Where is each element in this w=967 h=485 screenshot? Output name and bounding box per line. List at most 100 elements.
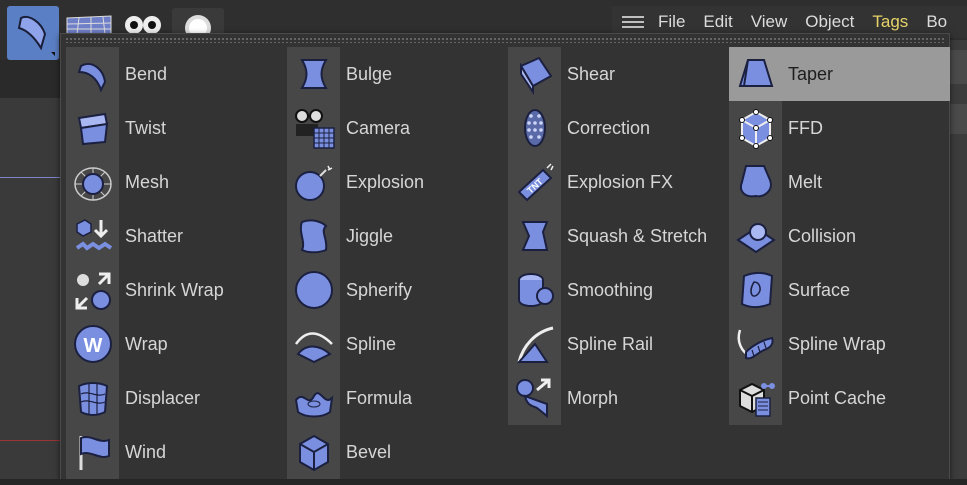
- spline-wrap-icon: [729, 317, 782, 371]
- panel-tab[interactable]: [948, 104, 967, 134]
- menu-item-melt[interactable]: Melt: [729, 155, 950, 209]
- spline-rail-icon: [508, 317, 561, 371]
- correction-icon: [508, 101, 561, 155]
- spherify-icon: [287, 263, 340, 317]
- menu-item-displacer[interactable]: Displacer: [66, 371, 287, 425]
- menu-item-label: Shear: [567, 63, 616, 84]
- empty-cell: [729, 425, 950, 479]
- menu-item-label: FFD: [788, 117, 823, 138]
- menu-tags[interactable]: Tags: [872, 12, 908, 32]
- menu-item-label: Bend: [125, 63, 168, 84]
- menu-item-spherify[interactable]: Spherify: [287, 263, 508, 317]
- menu-object[interactable]: Object: [805, 12, 854, 32]
- menu-item-explosion-fx[interactable]: TNT Explosion FX: [508, 155, 729, 209]
- jiggle-icon: [287, 209, 340, 263]
- menu-item-label: Spline Wrap: [788, 333, 886, 354]
- surface-icon: [729, 263, 782, 317]
- menu-item-label: Explosion FX: [567, 171, 674, 192]
- menu-item-morph[interactable]: Morph: [508, 371, 729, 425]
- menu-item-label: Camera: [346, 117, 411, 138]
- smoothing-icon: [508, 263, 561, 317]
- menu-item-label: Melt: [788, 171, 823, 192]
- melt-icon: [729, 155, 782, 209]
- camera-icon: [287, 101, 340, 155]
- menu-item-label: Smoothing: [567, 279, 654, 300]
- menu-view[interactable]: View: [751, 12, 788, 32]
- bend-icon: [66, 47, 119, 101]
- menu-item-point-cache[interactable]: Point Cache: [729, 371, 950, 425]
- deformer-grid: Bend Bulge Shear Taper Twist Camera Correction…: [66, 47, 950, 479]
- shrink-wrap-icon: [66, 263, 119, 317]
- panel-tab[interactable]: [948, 50, 967, 84]
- menu-item-shatter[interactable]: Shatter: [66, 209, 287, 263]
- menu-item-label: Bulge: [346, 63, 393, 84]
- menu-item-label: Jiggle: [346, 225, 394, 246]
- menu-item-label: Point Cache: [788, 387, 887, 408]
- menu-item-bevel[interactable]: Bevel: [287, 425, 508, 479]
- menu-item-label: Shatter: [125, 225, 184, 246]
- menu-item-label: Surface: [788, 279, 851, 300]
- right-panel-edge: [948, 40, 967, 485]
- menu-item-formula[interactable]: Formula: [287, 371, 508, 425]
- menu-item-surface[interactable]: Surface: [729, 263, 950, 317]
- menu-item-wind[interactable]: Wind: [66, 425, 287, 479]
- menu-item-label: Displacer: [125, 387, 201, 408]
- menu-file[interactable]: File: [658, 12, 685, 32]
- menu-item-label: Wrap: [125, 333, 168, 354]
- menu-item-correction[interactable]: Correction: [508, 101, 729, 155]
- bend-deformer-tool-button[interactable]: [7, 6, 59, 60]
- menu-item-label: Shrink Wrap: [125, 279, 224, 300]
- menu-item-label: Explosion: [346, 171, 425, 192]
- menu-item-taper[interactable]: Taper: [729, 47, 950, 101]
- menu-item-camera[interactable]: Camera: [287, 101, 508, 155]
- point-cache-icon: [729, 371, 782, 425]
- menu-item-collision[interactable]: Collision: [729, 209, 950, 263]
- formula-icon: [287, 371, 340, 425]
- menu-item-label: Formula: [346, 387, 413, 408]
- menu-item-label: Spherify: [346, 279, 413, 300]
- mesh-icon: [66, 155, 119, 209]
- 3d-viewport[interactable]: [0, 60, 62, 485]
- menu-item-label: Mesh: [125, 171, 170, 192]
- explosion-icon: [287, 155, 340, 209]
- taper-icon: [729, 47, 782, 101]
- spline-icon: [287, 317, 340, 371]
- deformer-popup-menu: Bend Bulge Shear Taper Twist Camera Correction…: [60, 33, 950, 480]
- menu-item-smoothing[interactable]: Smoothing: [508, 263, 729, 317]
- menu-item-spline-rail[interactable]: Spline Rail: [508, 317, 729, 371]
- menu-item-label: Taper: [788, 63, 834, 84]
- hamburger-icon[interactable]: [622, 13, 644, 31]
- shear-icon: [508, 47, 561, 101]
- morph-icon: [508, 371, 561, 425]
- wind-icon: [66, 425, 119, 479]
- menu-item-spline[interactable]: Spline: [287, 317, 508, 371]
- explosion-fx-icon: TNT: [508, 155, 561, 209]
- bulge-icon: [287, 47, 340, 101]
- shatter-icon: [66, 209, 119, 263]
- menu-item-label: Spline Rail: [567, 333, 654, 354]
- menu-item-label: Squash & Stretch: [567, 225, 708, 246]
- menu-item-jiggle[interactable]: Jiggle: [287, 209, 508, 263]
- menu-item-label: Wind: [125, 441, 167, 462]
- menu-item-explosion[interactable]: Explosion: [287, 155, 508, 209]
- bend-deformer-icon: [17, 16, 55, 56]
- menu-bookmarks[interactable]: Bo: [926, 12, 947, 32]
- ffd-icon: [729, 101, 782, 155]
- menu-item-shrink-wrap[interactable]: Shrink Wrap: [66, 263, 287, 317]
- menu-item-label: Collision: [788, 225, 857, 246]
- menu-edit[interactable]: Edit: [703, 12, 732, 32]
- menu-item-mesh[interactable]: Mesh: [66, 155, 287, 209]
- menu-item-bend[interactable]: Bend: [66, 47, 287, 101]
- menu-item-spline-wrap[interactable]: Spline Wrap: [729, 317, 950, 371]
- menu-item-shear[interactable]: Shear: [508, 47, 729, 101]
- squash-stretch-icon: [508, 209, 561, 263]
- menu-item-label: Spline: [346, 333, 397, 354]
- menu-item-ffd[interactable]: FFD: [729, 101, 950, 155]
- menu-item-bulge[interactable]: Bulge: [287, 47, 508, 101]
- menu-item-wrap[interactable]: W Wrap: [66, 317, 287, 371]
- menu-item-squash-and-stretch[interactable]: Squash & Stretch: [508, 209, 729, 263]
- twist-icon: [66, 101, 119, 155]
- wrap-icon: W: [66, 317, 119, 371]
- menu-tear-off-handle[interactable]: [65, 37, 945, 43]
- menu-item-twist[interactable]: Twist: [66, 101, 287, 155]
